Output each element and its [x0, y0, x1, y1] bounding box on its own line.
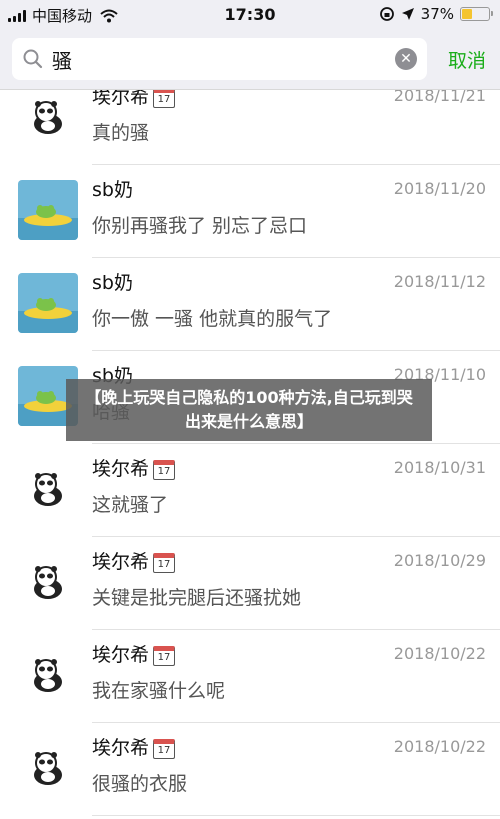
message-date: 2018/11/12	[393, 272, 486, 291]
message-snippet: 你别再骚我了 别忘了忌口	[92, 215, 308, 237]
contact-name: sb奶	[92, 179, 133, 201]
avatar	[18, 180, 78, 240]
calendar-icon: 17	[153, 645, 176, 666]
search-icon	[23, 49, 43, 69]
calendar-icon: 17	[153, 90, 176, 108]
cancel-button[interactable]: 取消	[448, 46, 486, 73]
search-header: ✕ 取消	[0, 30, 500, 90]
contact-name: 埃尔希 17	[92, 90, 176, 109]
message-date: 2018/10/31	[393, 458, 486, 477]
list-item[interactable]: 埃尔希 17 2018/10/29 关键是批完腿后还骚扰她	[0, 537, 500, 630]
divider	[92, 815, 500, 816]
calendar-icon: 17	[153, 738, 176, 759]
message-snippet: 这就骚了	[92, 494, 169, 516]
overlay-banner: 【晚上玩哭自己隐私的100种方法,自己玩到哭出来是什么意思】	[66, 379, 432, 441]
contact-name: sb奶	[92, 272, 133, 294]
search-box[interactable]: ✕	[12, 38, 427, 80]
list-item[interactable]: 埃尔希 17 2018/11/21 真的骚	[0, 90, 500, 165]
status-bar: 中国移动 17:30 37%	[0, 0, 500, 30]
location-icon	[401, 8, 414, 20]
message-date: 2018/10/22	[393, 737, 486, 756]
message-snippet: 真的骚	[92, 122, 150, 144]
list-item[interactable]: sb奶 2018/11/20 你别再骚我了 别忘了忌口	[0, 165, 500, 258]
message-date: 2018/11/21	[393, 90, 486, 105]
contact-name: 埃尔希 17	[92, 640, 176, 667]
search-results-list: 埃尔希 17 2018/11/21 真的骚 sb奶 2018/11/20 你别再骚…	[0, 90, 500, 819]
avatar	[18, 273, 78, 333]
list-item[interactable]: sb奶 2018/11/12 你一傲 一骚 他就真的服气了	[0, 258, 500, 351]
battery-percent: 37%	[420, 5, 454, 23]
message-date: 2018/10/29	[393, 551, 486, 570]
message-date: 2018/10/22	[393, 644, 486, 663]
message-snippet: 关键是批完腿后还骚扰她	[92, 587, 302, 609]
message-snippet: 我在家骚什么呢	[92, 680, 226, 702]
avatar	[34, 101, 62, 134]
battery-fill	[462, 9, 472, 19]
lock-rotation-icon	[379, 7, 394, 21]
calendar-icon: 17	[153, 552, 176, 573]
calendar-icon: 17	[153, 459, 176, 480]
avatar	[34, 752, 62, 785]
list-item[interactable]: 埃尔希 17 2018/10/22 我在家骚什么呢	[0, 630, 500, 723]
status-right: 37%	[379, 5, 493, 23]
avatar	[34, 566, 62, 599]
contact-name: 埃尔希 17	[92, 547, 176, 574]
contact-name: 埃尔希 17	[92, 733, 176, 760]
contact-name: 埃尔希 17	[92, 454, 176, 481]
list-item[interactable]: 埃尔希 17 2018/10/22 很骚的衣服	[0, 723, 500, 816]
avatar	[34, 473, 62, 506]
avatar	[34, 659, 62, 692]
message-date: 2018/11/20	[393, 179, 486, 198]
battery-icon	[460, 7, 493, 21]
message-snippet: 你一傲 一骚 他就真的服气了	[92, 308, 333, 330]
message-snippet: 很骚的衣服	[92, 773, 188, 795]
search-input[interactable]	[52, 47, 382, 71]
list-item[interactable]: 埃尔希 17 2018/10/31 这就骚了	[0, 444, 500, 537]
clear-icon[interactable]: ✕	[395, 48, 417, 70]
